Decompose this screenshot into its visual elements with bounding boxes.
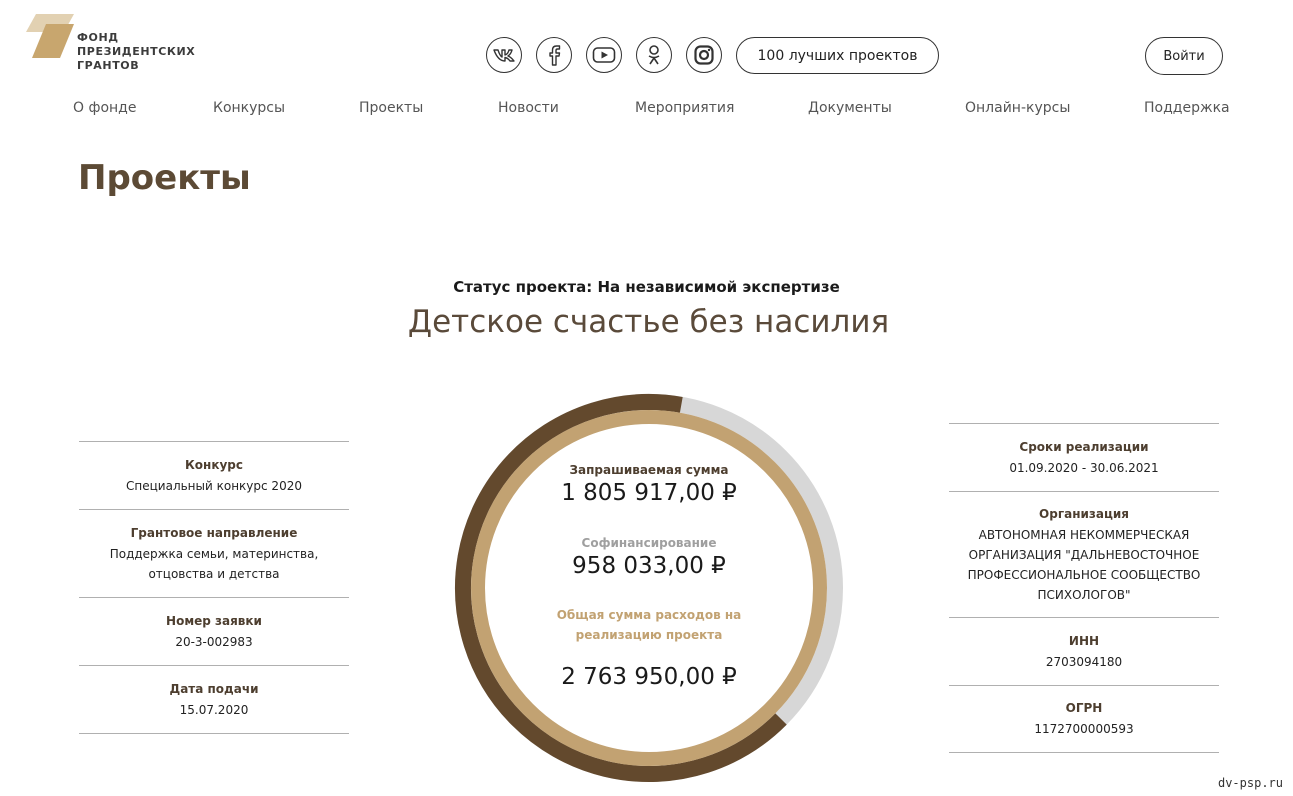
instagram-icon[interactable] <box>686 37 722 73</box>
best-projects-button[interactable]: 100 лучших проектов <box>736 37 939 74</box>
youtube-icon[interactable] <box>586 37 622 73</box>
info-value: Специальный конкурс 2020 <box>126 478 302 493</box>
nav-item-documents[interactable]: Документы <box>808 100 892 116</box>
info-value: 01.09.2020 - 30.06.2021 <box>1009 460 1159 475</box>
info-inn: ИНН 2703094180 <box>949 617 1219 685</box>
project-title: Детское счастье без насилия <box>407 304 890 340</box>
nav-item-online-courses[interactable]: Онлайн-курсы <box>965 100 1070 116</box>
info-value: 20-3-002983 <box>175 634 253 649</box>
total-value-wrap: 2 763 950,00 ₽ <box>451 664 847 690</box>
info-label: Сроки реализации <box>1019 439 1149 454</box>
project-info-right: Сроки реализации 01.09.2020 - 30.06.2021… <box>949 423 1219 753</box>
total-label: Общая сумма расходов на реализацию проек… <box>556 608 742 642</box>
project-status: Статус проекта: На независимой экспертиз… <box>453 278 840 296</box>
nav-item-contests[interactable]: Конкурсы <box>213 100 285 116</box>
info-label: Организация <box>1039 506 1129 521</box>
nav-item-events[interactable]: Мероприятия <box>635 100 734 116</box>
info-submission-date: Дата подачи 15.07.2020 <box>79 665 349 734</box>
odnoklassniki-icon[interactable] <box>636 37 672 73</box>
info-timeline: Сроки реализации 01.09.2020 - 30.06.2021 <box>949 423 1219 491</box>
info-label: ОГРН <box>1065 701 1103 715</box>
logo-mark-icon <box>26 14 74 58</box>
info-contest: Конкурс Специальный конкурс 2020 <box>79 441 349 509</box>
info-organization: Организация АВТОНОМНАЯ НЕКОММЕРЧЕСКАЯ ОР… <box>949 491 1219 617</box>
info-value: Поддержка семьи, материнства, отцовства … <box>109 546 319 581</box>
nav-item-news[interactable]: Новости <box>498 100 559 116</box>
info-grant-direction: Грантовое направление Поддержка семьи, м… <box>79 509 349 597</box>
finance-ring: Запрашиваемая сумма 1 805 917,00 ₽ Софин… <box>451 390 847 786</box>
nav-item-about[interactable]: О фонде <box>73 100 136 116</box>
ring-requested-arc <box>455 394 787 783</box>
info-label: Дата подачи <box>169 681 259 696</box>
vk-icon[interactable] <box>486 37 522 73</box>
watermark: dv-psp.ru <box>1217 776 1283 790</box>
cofinancing-label: Софинансирование <box>581 536 717 550</box>
requested-label: Запрашиваемая сумма <box>569 463 729 477</box>
info-ogrn: ОГРН 1172700000593 <box>949 685 1219 753</box>
total-amount: Общая сумма расходов на реализацию проек… <box>451 605 847 645</box>
info-label: Номер заявки <box>166 613 262 628</box>
cofinancing-amount: Софинансирование 958 033,00 ₽ <box>451 533 847 579</box>
nav-item-projects[interactable]: Проекты <box>359 100 423 116</box>
finance-ring-chart <box>455 394 843 783</box>
nav-item-support[interactable]: Поддержка <box>1144 100 1230 116</box>
project-info-left: Конкурс Специальный конкурс 2020 Грантов… <box>79 441 349 734</box>
info-value: 1172700000593 <box>1034 722 1134 736</box>
info-label: Конкурс <box>184 457 243 472</box>
cofinancing-value: 958 033,00 ₽ <box>572 553 726 579</box>
info-label: ИНН <box>1068 633 1100 648</box>
info-value: 2703094180 <box>1045 654 1123 669</box>
requested-value: 1 805 917,00 ₽ <box>561 480 737 506</box>
facebook-icon[interactable] <box>536 37 572 73</box>
fund-logo[interactable]: ФОНД ПРЕЗИДЕНТСКИХ ГРАНТОВ <box>26 14 206 76</box>
info-value: АВТОНОМНАЯ НЕКОММЕРЧЕСКАЯ ОРГАНИЗАЦИЯ "Д… <box>967 527 1201 602</box>
requested-amount: Запрашиваемая сумма 1 805 917,00 ₽ <box>451 460 847 506</box>
info-label: Грантовое направление <box>130 525 298 540</box>
login-button[interactable]: Войти <box>1145 37 1223 75</box>
logo-text: ФОНД ПРЕЗИДЕНТСКИХ ГРАНТОВ <box>77 31 196 72</box>
page-title: Проекты <box>78 158 251 198</box>
total-value: 2 763 950,00 ₽ <box>561 664 737 690</box>
info-application-number: Номер заявки 20-3-002983 <box>79 597 349 665</box>
main-nav: О фонде Конкурсы Проекты Новости Меропри… <box>0 100 1293 120</box>
info-value: 15.07.2020 <box>179 702 249 717</box>
